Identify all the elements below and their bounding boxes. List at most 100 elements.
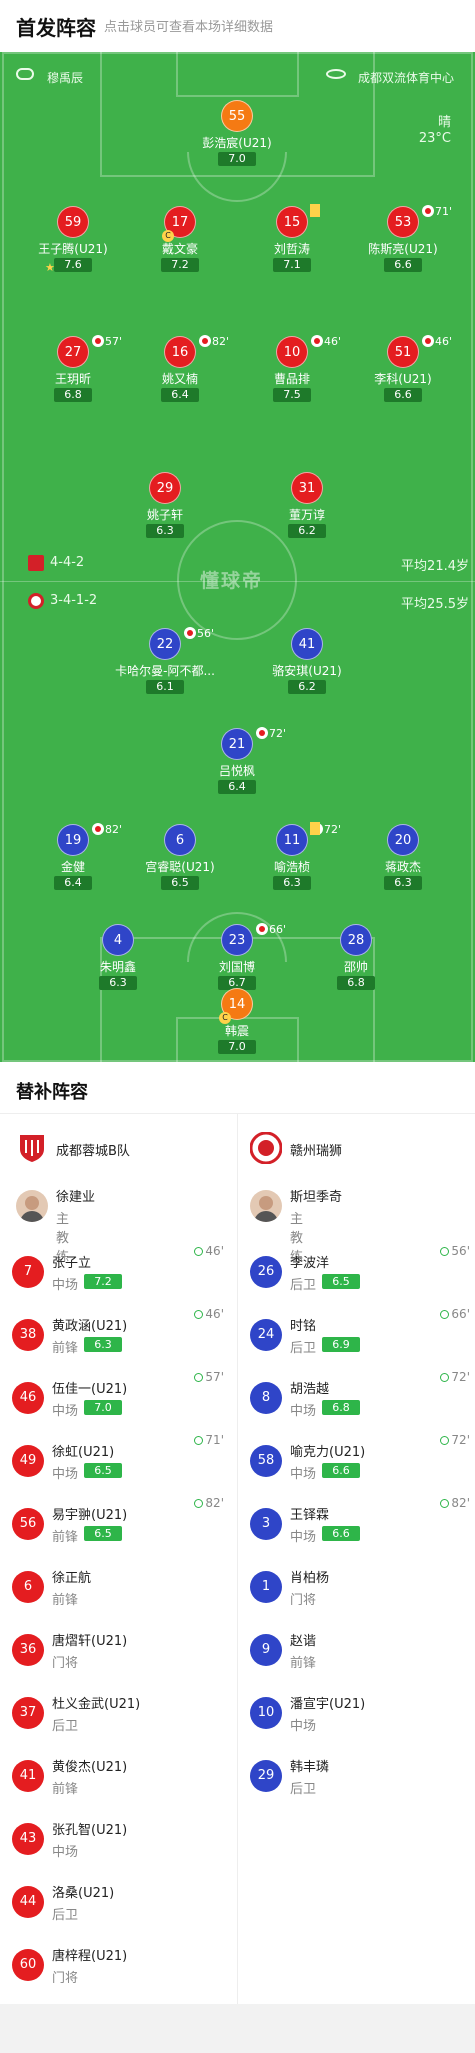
- sub-in-time: 72': [440, 1370, 470, 1384]
- sub-in-time: 56': [440, 1244, 470, 1258]
- jersey-number: 56: [12, 1508, 44, 1540]
- sub-player-row[interactable]: 36 唐熠轩(U21) 门将: [12, 1620, 232, 1682]
- jersey-number: 29: [250, 1760, 282, 1792]
- sub-player-row[interactable]: 58 喻克力(U21) 中场 6.6 72': [250, 1431, 470, 1493]
- player-marker[interactable]: 41 骆安琪(U21) 6.2: [247, 628, 367, 708]
- player-name: 姚又楠: [161, 372, 198, 386]
- sub-player-row[interactable]: 29 韩丰璘 后卫: [250, 1746, 470, 1808]
- sub-in-time: 82': [440, 1496, 470, 1510]
- sub-player-row[interactable]: 26 李波洋 后卫 6.5 56': [250, 1242, 470, 1304]
- player-marker[interactable]: 29 姚子轩 6.3: [105, 472, 225, 552]
- sub-in-time: 66': [440, 1307, 470, 1321]
- sub-player-row[interactable]: 6 徐正航 前锋: [12, 1557, 232, 1619]
- jersey-number: 26: [250, 1256, 282, 1288]
- sub-player-row[interactable]: 43 张孔智(U21) 中场: [12, 1809, 232, 1871]
- player-marker[interactable]: 27 王玥昕 6.8 57': [13, 335, 133, 416]
- player-marker[interactable]: 55 彭浩宸(U21) 7.0: [177, 100, 297, 180]
- sub-player-row[interactable]: 60 唐梓程(U21) 门将: [12, 1935, 232, 1997]
- player-name: 彭浩宸(U21): [202, 136, 272, 150]
- player-marker[interactable]: 51 李科(U21) 6.6 46': [343, 335, 463, 416]
- section-subtitle: 点击球员可查看本场详细数据: [104, 20, 274, 35]
- sub-in-minute: 56': [451, 1244, 470, 1258]
- sub-in-minute: 72': [451, 1370, 470, 1384]
- weather-text: 晴: [437, 115, 451, 130]
- player-name: 时铭: [290, 1319, 317, 1334]
- player-marker[interactable]: 11 喻浩桢 6.3 72': [232, 822, 352, 904]
- player-rating: 7.0: [84, 1400, 122, 1415]
- sub-player-row[interactable]: 7 张子立 中场 7.2 46': [12, 1242, 232, 1304]
- player-name: 唐熠轩(U21): [52, 1634, 128, 1649]
- jersey-number: 8: [250, 1382, 282, 1414]
- player-marker[interactable]: 53 陈斯亮(U21) 6.6 71': [343, 205, 463, 286]
- sub-in-minute: 82': [205, 1496, 224, 1510]
- sub-in-time: 46': [194, 1244, 224, 1258]
- player-marker[interactable]: 16 姚又楠 6.4 82': [120, 335, 240, 416]
- sub-player-row[interactable]: 49 徐虹(U21) 中场 6.5 71': [12, 1431, 232, 1493]
- sub-player-row[interactable]: 1 肖柏杨 门将: [250, 1557, 470, 1619]
- player-name: 易宇翀(U21): [52, 1508, 128, 1523]
- player-position: 前锋: [52, 1341, 79, 1356]
- player-marker[interactable]: 17 戴文豪 7.2 C: [120, 206, 240, 286]
- jersey-number: 15: [276, 206, 308, 238]
- player-name: 李波洋: [290, 1256, 330, 1271]
- player-name: 姚子轩: [146, 508, 183, 522]
- player-marker[interactable]: 20 蒋政杰 6.3: [343, 824, 463, 904]
- player-marker[interactable]: 4 朱明鑫 6.3: [58, 924, 178, 1004]
- player-marker[interactable]: 6 宫睿聪(U21) 6.5: [120, 824, 240, 904]
- player-name: 肖柏杨: [290, 1571, 330, 1586]
- player-name: 王铎霖: [290, 1508, 330, 1523]
- watermark-logo: 懂球帝: [200, 570, 264, 592]
- player-name: 胡浩越: [290, 1382, 330, 1397]
- player-position: 后卫: [52, 1908, 79, 1923]
- sub-in-minute: 72': [451, 1433, 470, 1447]
- player-position: 中场: [52, 1467, 79, 1482]
- player-position: 后卫: [290, 1341, 317, 1356]
- player-position: 后卫: [52, 1719, 79, 1734]
- player-position: 中场: [52, 1278, 79, 1293]
- substitution-icon: [256, 727, 268, 739]
- sub-player-row[interactable]: 3 王铎霖 中场 6.6 82': [250, 1494, 470, 1556]
- player-marker[interactable]: 59 王子腾(U21) 7.6 ★: [13, 206, 133, 286]
- substitution-icon: [199, 335, 211, 347]
- sub-player-row[interactable]: 56 易宇翀(U21) 前锋 6.5 82': [12, 1494, 232, 1556]
- sub-player-row[interactable]: 41 黄俊杰(U21) 前锋: [12, 1746, 232, 1808]
- sub-player-row[interactable]: 10 潘宣宇(U21) 中场: [250, 1683, 470, 1745]
- sub-player-row[interactable]: 37 杜义金武(U21) 后卫: [12, 1683, 232, 1745]
- player-position: 前锋: [52, 1530, 79, 1545]
- player-rating: 7.0: [218, 152, 256, 166]
- starting-lineup-header: 首发阵容 点击球员可查看本场详细数据: [0, 0, 475, 52]
- player-rating: 6.3: [384, 876, 422, 890]
- player-marker[interactable]: 28 邵帅 6.8: [296, 924, 416, 1004]
- player-marker[interactable]: 31 董万谆 6.2: [247, 472, 367, 552]
- jersey-number: 37: [12, 1697, 44, 1729]
- jersey-number: 49: [12, 1445, 44, 1477]
- player-position: 中场: [290, 1530, 317, 1545]
- sub-player-row[interactable]: 46 伍佳一(U21) 中场 7.0 57': [12, 1368, 232, 1430]
- home-team-logo-icon: [28, 555, 44, 571]
- player-marker[interactable]: 10 曹品排 7.5 46': [232, 335, 352, 416]
- player-marker[interactable]: 21 吕悦枫 6.4 72': [177, 727, 297, 808]
- jersey-number: 24: [250, 1319, 282, 1351]
- player-position: 前锋: [52, 1782, 79, 1797]
- player-marker[interactable]: 19 金健 6.4 82': [13, 823, 133, 904]
- sub-player-row[interactable]: 24 时铭 后卫 6.9 66': [250, 1305, 470, 1367]
- coach-avatar: [250, 1190, 282, 1222]
- player-name: 徐虹(U21): [52, 1445, 115, 1460]
- jersey-number: 10: [250, 1697, 282, 1729]
- player-name: 李科(U21): [374, 372, 432, 386]
- player-marker[interactable]: 22 卡哈尔曼-阿不都... 6.1 56': [105, 627, 225, 708]
- sub-player-row[interactable]: 9 赵谐 前锋: [250, 1620, 470, 1682]
- sub-player-row[interactable]: 38 黄政涵(U21) 前锋 6.3 46': [12, 1305, 232, 1367]
- jersey-number: 23: [221, 924, 253, 956]
- jersey-number: 36: [12, 1634, 44, 1666]
- sub-in-icon: [194, 1310, 204, 1319]
- player-name: 宫睿聪(U21): [145, 860, 215, 874]
- away-team-logo-icon: [28, 593, 44, 609]
- home-coach-name: 徐建业: [56, 1190, 96, 1205]
- player-marker[interactable]: 14 韩震 7.0 C: [177, 988, 297, 1062]
- player-marker[interactable]: 15 刘哲涛 7.1: [232, 204, 352, 286]
- player-position: 前锋: [290, 1656, 317, 1671]
- sub-player-row[interactable]: 8 胡浩越 中场 6.8 72': [250, 1368, 470, 1430]
- sub-player-row[interactable]: 44 洛桑(U21) 后卫: [12, 1872, 232, 1934]
- player-rating: 6.2: [288, 524, 326, 538]
